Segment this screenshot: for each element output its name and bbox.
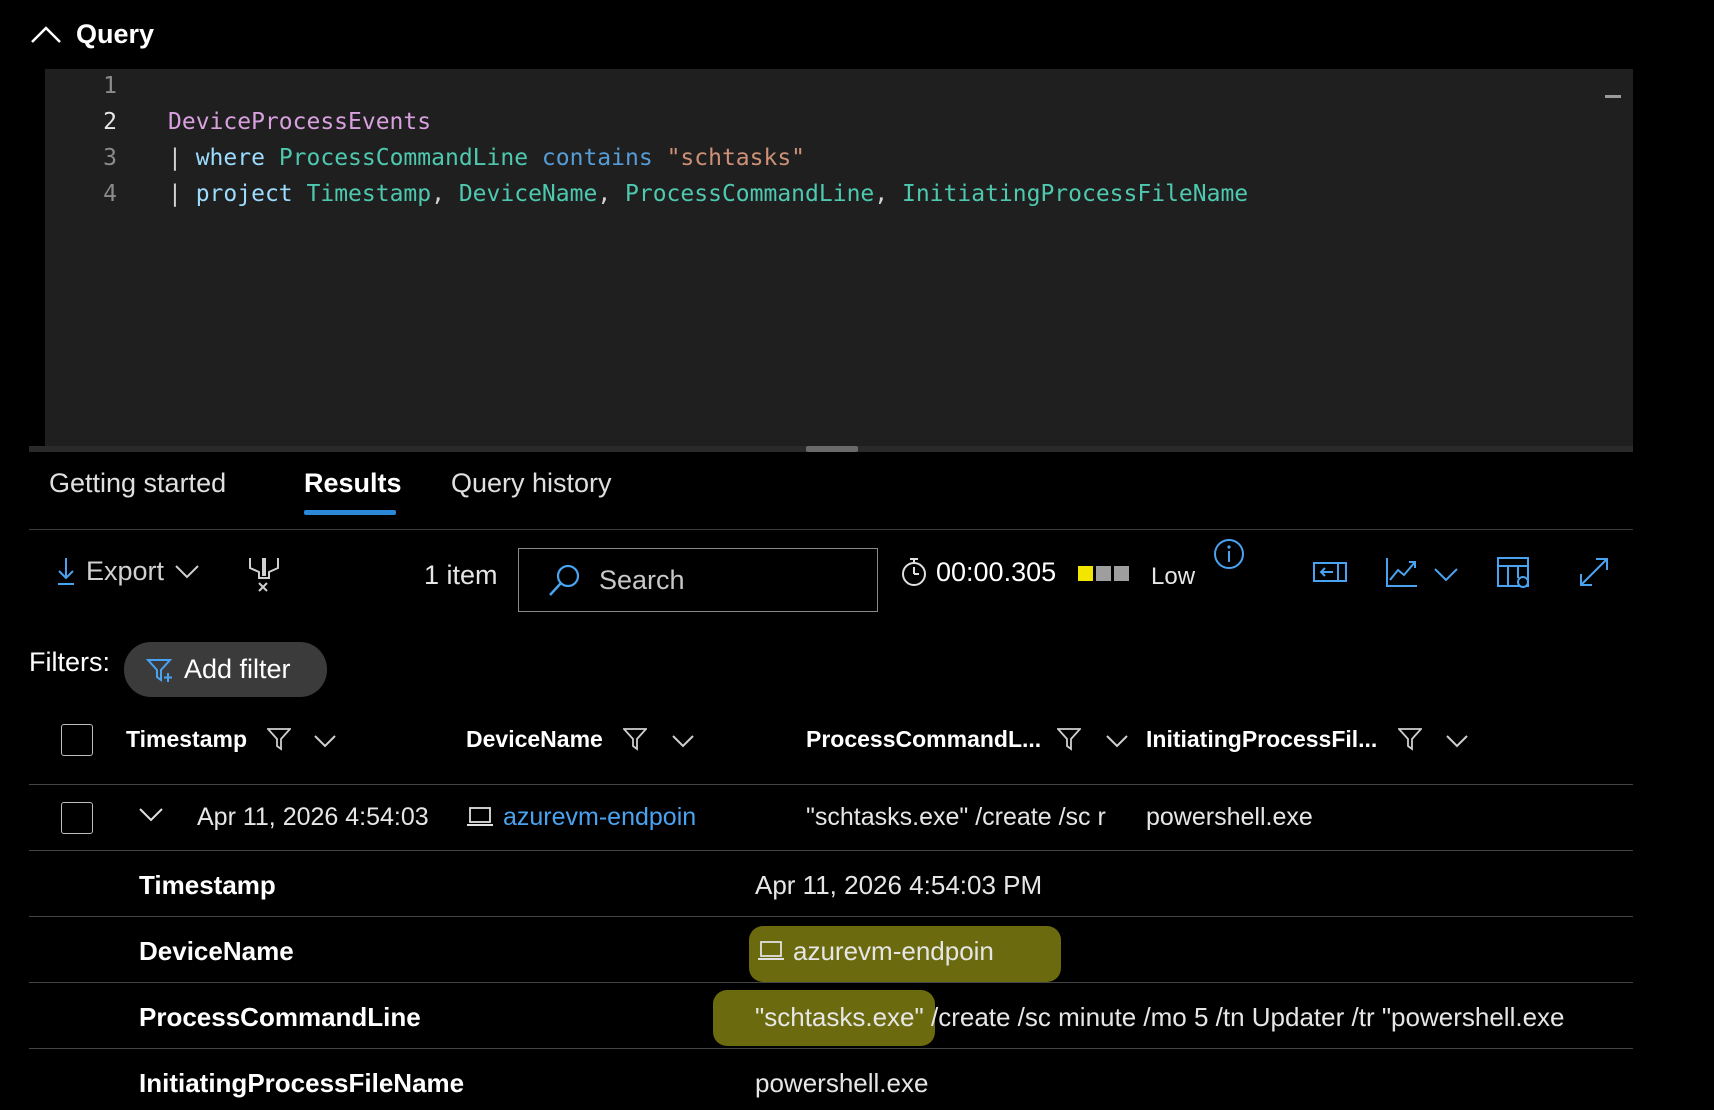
code-token: ,	[431, 181, 459, 207]
export-to-panel-icon[interactable]	[1312, 556, 1348, 588]
search-box[interactable]	[518, 548, 878, 612]
detail-value-initiating: powershell.exe	[755, 1068, 929, 1098]
chevron-down-icon[interactable]	[1105, 734, 1129, 748]
row-divider	[29, 1048, 1633, 1049]
code-token: ,	[597, 181, 626, 207]
row-checkbox[interactable]	[61, 802, 93, 834]
code-token: where	[195, 145, 265, 171]
detail-value-command: "schtasks.exe" /create /sc minute /mo 5 …	[755, 1002, 1564, 1033]
cell-timestamp: Apr 11, 2026 4:54:03	[197, 803, 429, 831]
usage-square	[1096, 566, 1111, 581]
resource-usage-label: Low	[1151, 563, 1196, 590]
code-token: Timestamp	[306, 181, 432, 207]
cell-command: "schtasks.exe" /create /sc r	[806, 803, 1106, 831]
query-title: Query	[76, 18, 155, 49]
code-token: DeviceProcessEvents	[168, 109, 432, 135]
search-icon	[547, 562, 583, 598]
code-token: |	[168, 145, 196, 171]
device-icon	[466, 806, 494, 828]
elapsed-time: 00:00.305	[900, 556, 1056, 588]
elapsed-time-value: 00:00.305	[936, 556, 1057, 587]
chart-icon[interactable]	[1385, 556, 1419, 588]
chevron-down-icon[interactable]	[1433, 566, 1459, 582]
code-token: contains	[541, 145, 653, 171]
result-count: 1 item	[424, 560, 498, 590]
detail-label-timestamp: Timestamp	[139, 870, 276, 900]
search-input[interactable]	[597, 563, 847, 597]
row-divider	[29, 850, 1633, 851]
column-header-processcommandline[interactable]: ProcessCommandL...	[806, 726, 1041, 753]
line-number: 3	[103, 145, 117, 171]
customize-columns-icon[interactable]	[1496, 556, 1532, 590]
chevron-down-icon	[174, 563, 200, 579]
detail-value-device-link[interactable]: azurevm-endpoin	[793, 936, 994, 967]
download-icon	[56, 556, 76, 586]
splitter-handle[interactable]	[806, 446, 858, 452]
code-token: ProcessCommandLine	[625, 181, 875, 207]
code-line[interactable]: DeviceProcessEvents	[168, 109, 431, 135]
detail-value-timestamp: Apr 11, 2026 4:54:03 PM	[755, 870, 1043, 900]
export-button[interactable]: Export	[56, 549, 200, 593]
usage-square	[1114, 566, 1129, 581]
add-filter-label: Add filter	[184, 654, 291, 684]
device-icon	[757, 940, 785, 962]
add-filter-button[interactable]: Add filter	[124, 642, 327, 697]
column-header-devicename[interactable]: DeviceName	[466, 726, 603, 753]
code-line[interactable]: | where ProcessCommandLine contains "sch…	[168, 145, 805, 171]
tabs-divider	[29, 529, 1633, 530]
chevron-down-icon[interactable]	[1445, 734, 1469, 748]
row-divider	[29, 982, 1633, 983]
filter-icon[interactable]	[267, 727, 291, 751]
usage-square	[1078, 566, 1093, 581]
code-line[interactable]: | project Timestamp, DeviceName, Process…	[168, 181, 1248, 207]
detail-label-initiatingprocessfilename: InitiatingProcessFileName	[139, 1068, 465, 1098]
row-divider	[29, 916, 1633, 917]
tab-results[interactable]: Results	[304, 468, 402, 499]
stopwatch-icon	[900, 556, 928, 588]
clear-selection-icon[interactable]	[247, 556, 281, 592]
command-rest-text: /create /sc minute /mo 5 /tn Updater /tr…	[923, 1002, 1565, 1032]
code-token: |	[168, 181, 196, 207]
line-number: 2	[103, 109, 117, 135]
active-tab-indicator	[304, 510, 396, 515]
chevron-up-icon	[30, 24, 62, 44]
detail-label-devicename: DeviceName	[139, 936, 294, 966]
tab-getting-started[interactable]: Getting started	[49, 468, 226, 499]
query-section-toggle[interactable]: Query	[30, 12, 154, 56]
command-highlight-text: "schtasks.exe"	[755, 1002, 924, 1032]
detail-label-processcommandline: ProcessCommandLine	[139, 1002, 421, 1032]
filter-icon[interactable]	[623, 727, 647, 751]
code-token: ,	[874, 181, 902, 207]
line-number: 1	[103, 73, 117, 99]
cell-device-link[interactable]: azurevm-endpoin	[503, 803, 696, 832]
filters-label: Filters:	[29, 647, 110, 677]
chevron-down-icon[interactable]	[138, 806, 164, 822]
code-token: DeviceName	[458, 181, 598, 207]
expand-icon[interactable]	[1578, 556, 1610, 588]
resource-usage-meter	[1078, 566, 1129, 581]
filter-add-icon	[146, 657, 174, 683]
chevron-down-icon[interactable]	[313, 734, 337, 748]
export-label: Export	[86, 555, 165, 586]
code-token: "schtasks"	[666, 145, 806, 171]
chevron-down-icon[interactable]	[671, 734, 695, 748]
code-token: project	[195, 181, 293, 207]
filter-icon[interactable]	[1398, 727, 1422, 751]
column-header-timestamp[interactable]: Timestamp	[126, 726, 247, 753]
column-header-initiatingprocessfilename[interactable]: InitiatingProcessFil...	[1146, 726, 1377, 753]
query-editor[interactable]: 1 2 3 4 DeviceProcessEvents | where Proc…	[45, 69, 1633, 446]
code-token: ProcessCommandLine	[278, 145, 529, 171]
filter-icon[interactable]	[1057, 727, 1081, 751]
line-number: 4	[103, 181, 117, 207]
editor-collapse-icon[interactable]	[1605, 95, 1621, 98]
code-token: InitiatingProcessFileName	[901, 181, 1249, 207]
tab-query-history[interactable]: Query history	[451, 468, 612, 499]
cell-initiating: powershell.exe	[1146, 803, 1313, 831]
info-icon[interactable]	[1213, 538, 1245, 570]
select-all-checkbox[interactable]	[61, 724, 93, 756]
